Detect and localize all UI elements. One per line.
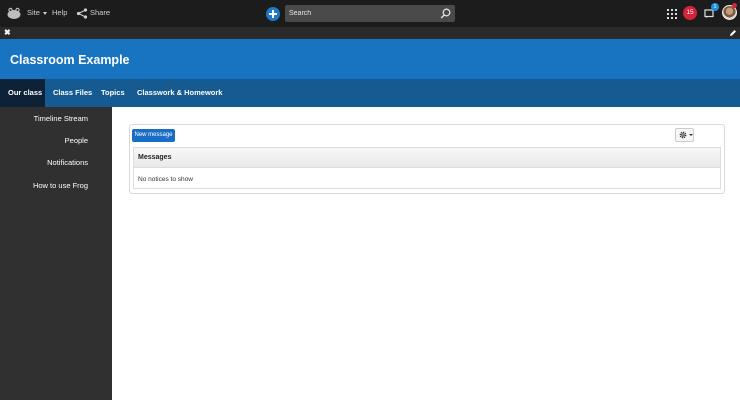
new-message-button[interactable]: New message xyxy=(132,129,175,142)
chevron-down-icon xyxy=(689,134,693,136)
sidebar-item-how-to-use-frog[interactable]: How to use Frog xyxy=(33,181,88,190)
search-icon[interactable] xyxy=(440,8,451,19)
sidebar-item-notifications[interactable]: Notifications xyxy=(47,158,88,167)
close-icon[interactable]: ✖ xyxy=(4,29,11,37)
messages-table-header: Messages xyxy=(134,148,720,168)
avatar-status-dot xyxy=(732,3,737,8)
chevron-down-icon[interactable] xyxy=(43,12,47,15)
tab-classwork-homework[interactable]: Classwork & Homework xyxy=(137,79,222,107)
sidebar: Timeline Stream People Notifications How… xyxy=(0,107,112,400)
settings-dropdown-button[interactable] xyxy=(675,128,694,142)
page-title: Classroom Example xyxy=(10,53,130,67)
site-menu[interactable]: Site xyxy=(27,8,40,18)
search-box xyxy=(285,5,455,22)
search-input[interactable] xyxy=(289,5,429,22)
page-header: Classroom Example xyxy=(0,39,740,79)
tab-bar: Our class Class Files Topics Classwork &… xyxy=(0,79,740,107)
sidebar-item-timeline-stream[interactable]: Timeline Stream xyxy=(34,114,88,123)
gear-icon xyxy=(679,131,687,139)
tab-class-files[interactable]: Class Files xyxy=(53,79,92,107)
edit-strip: ✖ xyxy=(0,27,740,39)
share-icon[interactable] xyxy=(76,8,88,19)
apps-grid-icon[interactable] xyxy=(667,9,677,19)
top-bar: Site Help Share 15 1 xyxy=(0,0,740,27)
logo-icon[interactable] xyxy=(7,7,21,19)
edit-icon[interactable] xyxy=(729,29,737,37)
add-icon[interactable] xyxy=(266,7,280,21)
messages-count-badge: 1 xyxy=(711,3,719,11)
notifications-badge[interactable]: 15 xyxy=(683,6,697,20)
share-link[interactable]: Share xyxy=(90,8,110,18)
help-link[interactable]: Help xyxy=(52,8,67,18)
tab-our-class[interactable]: Our class xyxy=(0,79,45,107)
messages-header-label: Messages xyxy=(138,154,172,161)
tab-topics[interactable]: Topics xyxy=(101,79,125,107)
messages-table: Messages No notices to show xyxy=(133,147,721,189)
messages-panel: New message Messages No notices to show xyxy=(129,124,725,194)
sidebar-item-people[interactable]: People xyxy=(65,136,88,145)
empty-state-text: No notices to show xyxy=(138,176,193,183)
